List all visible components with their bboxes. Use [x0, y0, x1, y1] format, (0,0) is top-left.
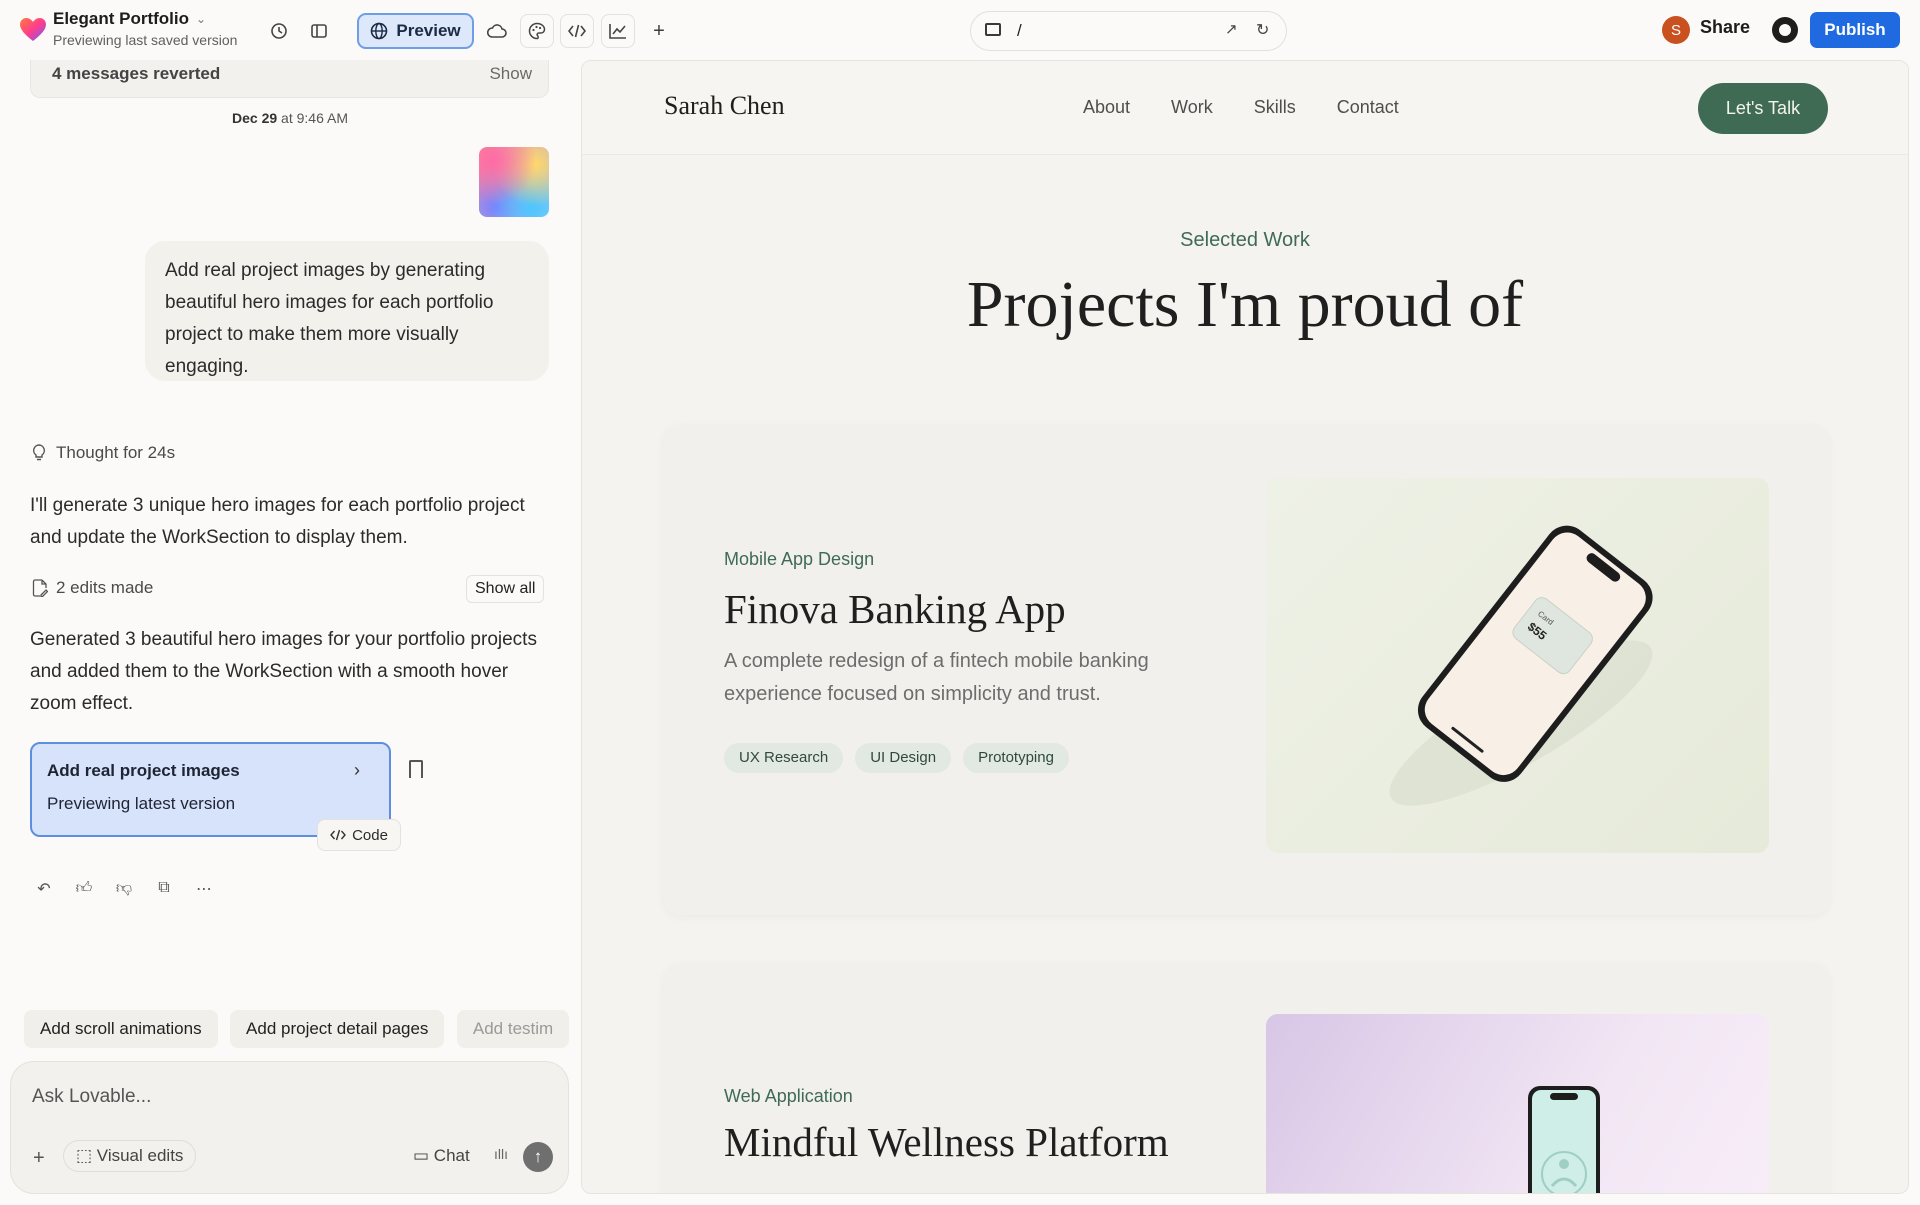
section-eyebrow: Selected Work: [1180, 229, 1310, 251]
message-timestamp: Dec 29 at 9:46 AM: [0, 110, 580, 126]
url-path[interactable]: /: [1017, 21, 1022, 41]
top-bar: Elegant Portfolio ⌄ Previewing last save…: [0, 0, 1920, 60]
arrow-up-icon: ↑: [533, 1147, 543, 1166]
phone-illustration: [1528, 1086, 1600, 1193]
edits-label: 2 edits made: [56, 578, 154, 597]
external-link-icon[interactable]: ↗: [1225, 20, 1238, 38]
tag: UX Research: [724, 743, 844, 773]
tag: UI Design: [855, 743, 952, 773]
thought-indicator[interactable]: Thought for 24s: [32, 443, 175, 463]
chat-bubble-icon: ▭: [413, 1146, 430, 1165]
project-card[interactable]: Mobile App Design Finova Banking App A c…: [664, 425, 1829, 915]
attach-plus-icon[interactable]: +: [33, 1147, 45, 1170]
preview-button[interactable]: Preview: [357, 13, 474, 49]
project-subtitle: Previewing last saved version: [53, 32, 238, 48]
project-category: Mobile App Design: [724, 549, 875, 569]
undo-icon[interactable]: ↶: [34, 879, 54, 899]
project-hero-image: Card $55: [1266, 478, 1769, 853]
file-edit-icon: [32, 579, 48, 597]
palette-icon[interactable]: [520, 14, 554, 48]
project-title: Finova Banking App: [724, 586, 1066, 632]
avatar[interactable]: S: [1662, 16, 1690, 44]
plus-icon[interactable]: +: [642, 14, 676, 48]
project-card[interactable]: Web Application Mindful Wellness Platfor…: [664, 964, 1829, 1193]
assistant-reply: Generated 3 beautiful hero images for yo…: [30, 629, 537, 714]
project-hero-image: [1266, 1014, 1769, 1193]
site-navbar: Sarah Chen About Work Skills Contact Let…: [582, 61, 1908, 155]
project-category: Web Application: [724, 1086, 853, 1106]
suggestion-chip[interactable]: Add project detail pages: [230, 1010, 445, 1048]
chat-panel: 4 messages reverted Show Dec 29 at 9:46 …: [0, 60, 575, 1205]
suggestion-chip[interactable]: Add testim: [456, 1010, 569, 1048]
lovable-logo-icon[interactable]: [20, 18, 46, 42]
composer-input[interactable]: Ask Lovable...: [32, 1086, 151, 1108]
lets-talk-button[interactable]: Let's Talk: [1698, 83, 1828, 134]
project-tags: UX Research UI Design Prototyping: [724, 743, 1069, 773]
site-nav-links: About Work Skills Contact: [1083, 97, 1399, 118]
sidebar-toggle-icon[interactable]: [302, 14, 336, 48]
chat-mode-button[interactable]: ▭ Chat: [403, 1140, 480, 1172]
suggestion-chips: Add scroll animations Add project detail…: [24, 1010, 569, 1050]
github-icon[interactable]: [1772, 17, 1798, 43]
url-bar[interactable]: / ↗ ↻: [970, 11, 1287, 51]
message-date: Dec 29: [232, 110, 278, 126]
thumbs-up-icon[interactable]: 👍︎: [74, 879, 94, 899]
code-icon: [330, 829, 346, 841]
project-description: A complete redesign of a fintech mobile …: [724, 650, 1149, 705]
visual-edits-icon: ⬚: [76, 1146, 93, 1165]
lightbulb-icon: [32, 444, 46, 461]
cloud-icon[interactable]: [480, 14, 514, 48]
nav-link-skills[interactable]: Skills: [1254, 97, 1296, 118]
nav-link-work[interactable]: Work: [1171, 97, 1213, 118]
reverted-banner: 4 messages reverted Show: [30, 60, 549, 98]
preview-frame: Sarah Chen About Work Skills Contact Let…: [581, 60, 1909, 1194]
refresh-icon[interactable]: ↻: [1256, 20, 1269, 40]
code-label: Code: [352, 826, 388, 844]
nav-link-about[interactable]: About: [1083, 97, 1130, 118]
code-icon[interactable]: [560, 14, 594, 48]
project-title[interactable]: Elegant Portfolio: [53, 9, 189, 29]
bookmark-icon[interactable]: [409, 760, 423, 778]
copy-icon[interactable]: ⧉: [154, 879, 174, 899]
chat-mode-label: Chat: [433, 1146, 470, 1165]
edits-summary: 2 edits made: [32, 578, 153, 598]
section-title: Projects I'm proud of: [966, 268, 1524, 341]
voice-icon[interactable]: ıllı: [494, 1146, 508, 1162]
nav-link-contact[interactable]: Contact: [1337, 97, 1399, 118]
send-button[interactable]: ↑: [523, 1142, 553, 1172]
suggestion-chip[interactable]: Add scroll animations: [24, 1010, 218, 1048]
thumbs-down-icon[interactable]: 👎︎: [114, 879, 134, 899]
message-actions: ↶ 👍︎ 👎︎ ⧉ ⋯: [34, 879, 214, 899]
tag: Prototyping: [963, 743, 1069, 773]
globe-icon: [371, 22, 388, 40]
show-all-button[interactable]: Show all: [466, 575, 545, 603]
device-icon[interactable]: [985, 23, 1001, 36]
site-brand[interactable]: Sarah Chen: [664, 91, 785, 121]
project-title: Mindful Wellness Platform: [724, 1119, 1169, 1165]
analytics-icon[interactable]: [601, 14, 635, 48]
composer[interactable]: Ask Lovable... + ⬚ Visual edits ▭ Chat ı…: [10, 1061, 569, 1194]
visual-edits-label: Visual edits: [96, 1146, 184, 1165]
version-subtitle: Previewing latest version: [47, 794, 236, 813]
reverted-text: 4 messages reverted: [52, 64, 221, 83]
reverted-show-button[interactable]: Show: [489, 64, 532, 84]
visual-edits-button[interactable]: ⬚ Visual edits: [63, 1140, 197, 1172]
share-button[interactable]: Share: [1690, 17, 1760, 38]
assistant-reply: I'll generate 3 unique hero images for e…: [30, 495, 525, 548]
user-message: Add real project images by generating be…: [145, 241, 549, 381]
phone-illustration: Card $55: [1389, 525, 1653, 806]
history-icon[interactable]: [262, 14, 296, 48]
version-title: Add real project images: [47, 761, 240, 780]
message-time: at 9:46 AM: [281, 110, 348, 126]
attached-image-thumbnail[interactable]: [479, 147, 549, 217]
chevron-down-icon[interactable]: ⌄: [196, 12, 206, 26]
thought-label: Thought for 24s: [56, 443, 176, 462]
chevron-right-icon[interactable]: ›: [354, 760, 360, 781]
publish-button[interactable]: Publish: [1810, 12, 1900, 48]
more-icon[interactable]: ⋯: [194, 879, 214, 899]
view-code-button[interactable]: Code: [317, 819, 401, 851]
preview-label: Preview: [396, 21, 461, 40]
